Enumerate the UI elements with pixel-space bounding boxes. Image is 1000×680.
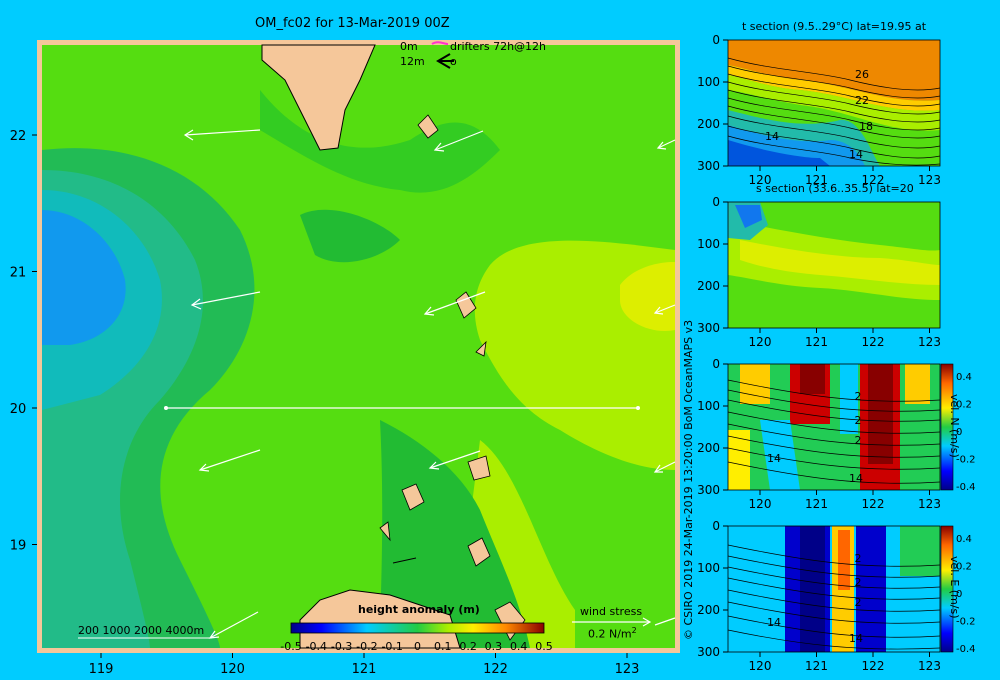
t-contour-label: 26 bbox=[855, 68, 869, 81]
vel-n-label: vel. N (m/s) bbox=[948, 394, 961, 458]
t-section-title: t section (9.5..29°C) lat=19.95 at bbox=[742, 20, 927, 33]
section-panels: 0100200300120 121 122 1230100200300120 121 12… bbox=[697, 33, 976, 673]
s-section-title: s section (33.6..35.5) lat=20 bbox=[756, 182, 914, 195]
s-section-panel bbox=[727, 201, 941, 329]
lon-tick-label: 120 bbox=[749, 497, 772, 511]
scale-label: 200 1000 2000 4000m bbox=[78, 624, 205, 637]
vel-n-panel bbox=[727, 363, 941, 491]
depth-tick-label: 100 bbox=[697, 75, 720, 89]
t-section-panel bbox=[727, 39, 941, 167]
lon-tick-label: 123 bbox=[918, 659, 941, 673]
depth-tick-label: 300 bbox=[697, 321, 720, 335]
legend-depth-0: 0m bbox=[400, 40, 418, 53]
vn-contour-label: 14 bbox=[767, 452, 781, 465]
lon-tick-label: 122 bbox=[862, 497, 885, 511]
ve-contour-label: 14 bbox=[767, 616, 781, 629]
lon-tick-label: 121 bbox=[805, 335, 828, 349]
legend-drifters: drifters 72h@12h bbox=[450, 40, 547, 53]
t-contour-label: 14 bbox=[765, 130, 779, 143]
legend-o: o bbox=[450, 55, 457, 68]
ve-contour-label: 2 bbox=[855, 576, 862, 589]
depth-tick-label: 200 bbox=[697, 603, 720, 617]
lon-tick-label: 121 bbox=[805, 659, 828, 673]
ve-contour-label: 14 bbox=[849, 632, 863, 645]
vel-tick-label: 0.4 bbox=[956, 372, 972, 383]
depth-tick-label: 100 bbox=[697, 237, 720, 251]
depth-tick-label: 300 bbox=[697, 483, 720, 497]
depth-tick-label: 0 bbox=[712, 357, 720, 371]
ve-contour-label: 2 bbox=[855, 596, 862, 609]
lon-tick-label: 123 bbox=[918, 497, 941, 511]
vn-contour-label: 2 bbox=[855, 434, 862, 447]
depth-tick-label: 200 bbox=[697, 279, 720, 293]
depth-tick-label: 300 bbox=[697, 159, 720, 173]
depth-tick-label: 0 bbox=[712, 519, 720, 533]
vn-contour-label: 14 bbox=[849, 472, 863, 485]
vn-contour-label: 2 bbox=[855, 414, 862, 427]
lon-tick-label: 120 bbox=[749, 659, 772, 673]
t-contour-label: 18 bbox=[859, 120, 873, 133]
depth-tick-label: 300 bbox=[697, 645, 720, 659]
lon-tick-label: 121 bbox=[805, 497, 828, 511]
ve-contour-label: 2 bbox=[855, 552, 862, 565]
vel-tick-label: -0.4 bbox=[956, 644, 976, 655]
depth-tick-label: 100 bbox=[697, 399, 720, 413]
colorbar-title: height anomaly (m) bbox=[358, 603, 480, 616]
t-contour-label: 22 bbox=[855, 94, 869, 107]
lon-tick-label: 122 bbox=[862, 335, 885, 349]
wind-stress-value: 0.2 N/m2 bbox=[588, 626, 637, 641]
depth-tick-label: 0 bbox=[712, 33, 720, 47]
lon-tick-label: 120 bbox=[749, 335, 772, 349]
vel-e-label: vel. E (m/s) bbox=[948, 556, 961, 619]
vel-e-panel bbox=[727, 525, 941, 653]
vel-tick-label: -0.4 bbox=[956, 482, 976, 493]
t-contour-label: 14 bbox=[849, 148, 863, 161]
vn-contour-label: 2 bbox=[855, 390, 862, 403]
wind-stress-label: wind stress bbox=[580, 605, 643, 618]
depth-tick-label: 100 bbox=[697, 561, 720, 575]
legend-depth-12: 12m bbox=[400, 55, 425, 68]
vel-tick-label: 0.4 bbox=[956, 534, 972, 545]
lon-tick-label: 123 bbox=[918, 335, 941, 349]
depth-tick-label: 200 bbox=[697, 441, 720, 455]
depth-tick-label: 200 bbox=[697, 117, 720, 131]
lon-tick-label: 122 bbox=[862, 659, 885, 673]
lon-tick-label: 123 bbox=[918, 173, 941, 187]
depth-tick-label: 0 bbox=[712, 195, 720, 209]
credit-text: © CSIRO 2019 24-Mar-2019 13:20:00 BoM Oc… bbox=[682, 319, 695, 640]
